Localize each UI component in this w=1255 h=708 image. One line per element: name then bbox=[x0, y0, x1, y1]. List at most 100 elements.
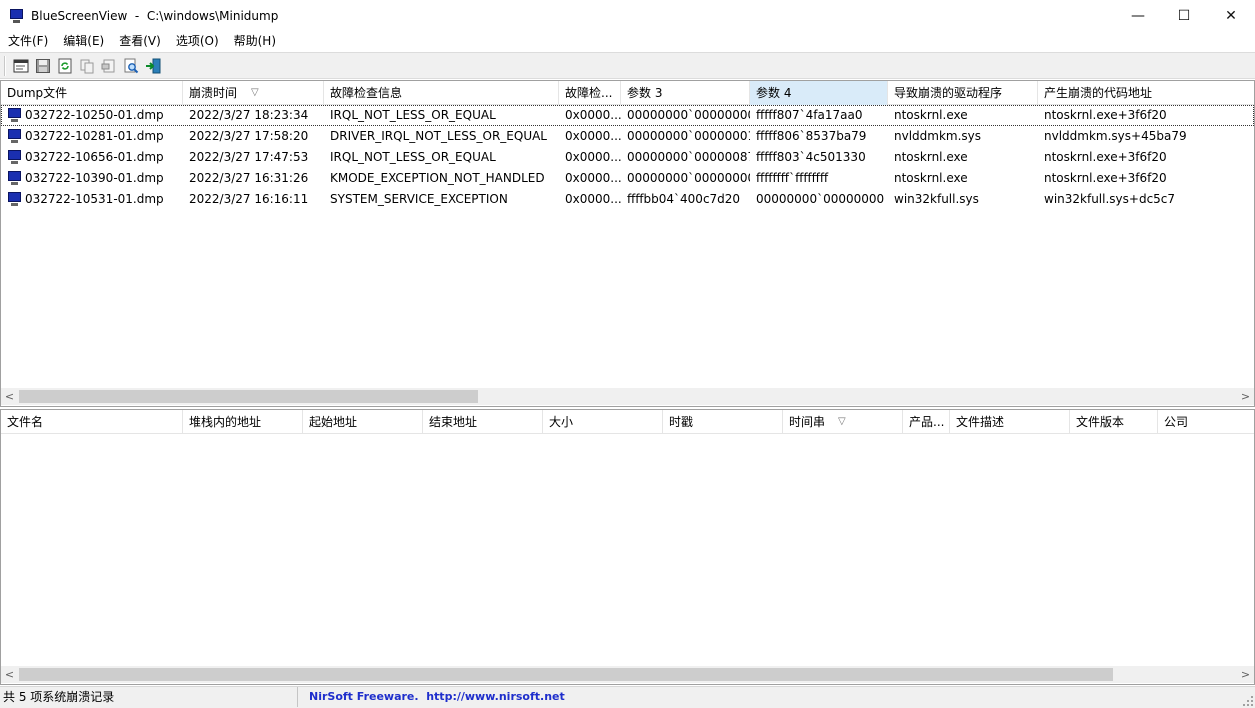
table-row[interactable]: 032722-10531-01.dmp 2022/3/27 16:16:11 SYS… bbox=[1, 189, 1254, 210]
save-icon bbox=[36, 58, 50, 73]
column-caused-by-driver[interactable]: 导致崩溃的驱动程序 bbox=[888, 81, 1038, 105]
exit-button[interactable] bbox=[142, 55, 164, 77]
resize-grip-icon[interactable] bbox=[1243, 696, 1253, 706]
table-row[interactable]: 032722-10250-01.dmp 2022/3/27 18:23:34 IRQ… bbox=[1, 105, 1254, 126]
cell-parameter-3: 00000000`00000000 bbox=[627, 108, 750, 122]
scroll-right-arrow-icon[interactable]: > bbox=[1237, 666, 1254, 683]
column-parameter-4[interactable]: 参数 4 bbox=[750, 81, 888, 105]
scroll-right-arrow-icon[interactable]: > bbox=[1237, 388, 1254, 405]
column-dump-file[interactable]: Dump文件 bbox=[1, 81, 183, 105]
column-from-address[interactable]: 起始地址 bbox=[303, 410, 423, 434]
cell-bug-check-code: 0x0000... bbox=[565, 108, 621, 122]
close-icon: ✕ bbox=[1225, 7, 1237, 24]
column-bug-check-string[interactable]: 故障检查信息 bbox=[324, 81, 559, 105]
cell-bug-check-code: 0x0000... bbox=[565, 129, 621, 143]
crash-list-hscrollbar[interactable]: < > bbox=[1, 388, 1254, 405]
cell-bug-check-string: KMODE_EXCEPTION_NOT_HANDLED bbox=[330, 171, 545, 185]
crash-list-header: Dump文件 崩溃时间 ▽ 故障检查信息 故障检... 参数 3 参数 4 导致… bbox=[1, 81, 1254, 105]
menu-view[interactable]: 查看(V) bbox=[111, 31, 168, 51]
scroll-left-arrow-icon[interactable]: < bbox=[1, 666, 18, 683]
column-size[interactable]: 大小 bbox=[543, 410, 663, 434]
cell-parameter-3: 00000000`00000087 bbox=[627, 150, 750, 164]
exit-icon bbox=[146, 58, 161, 73]
column-product-name[interactable]: 产品... bbox=[903, 410, 950, 434]
column-time-string[interactable]: 时间串 ▽ bbox=[783, 410, 903, 434]
driver-list[interactable]: 文件名 堆栈内的地址 起始地址 结束地址 大小 时戳 时间串 ▽ 产品... 文… bbox=[0, 409, 1255, 685]
cell-dump-file: 032722-10656-01.dmp bbox=[25, 150, 164, 164]
scroll-thumb[interactable] bbox=[19, 390, 478, 403]
cell-crash-time: 2022/3/27 17:58:20 bbox=[189, 129, 309, 143]
menu-options[interactable]: 选项(O) bbox=[168, 31, 226, 51]
minimize-button[interactable]: — bbox=[1115, 0, 1161, 31]
cell-crash-address: win32kfull.sys+dc5c7 bbox=[1044, 192, 1176, 206]
cell-caused-by-driver: ntoskrnl.exe bbox=[894, 108, 968, 122]
column-crash-time-label: 崩溃时间 bbox=[189, 86, 238, 100]
driver-list-header: 文件名 堆栈内的地址 起始地址 结束地址 大小 时戳 时间串 ▽ 产品... 文… bbox=[1, 410, 1254, 434]
table-row[interactable]: 032722-10281-01.dmp 2022/3/27 17:58:20 DRI… bbox=[1, 126, 1254, 147]
menu-help[interactable]: 帮助(H) bbox=[226, 31, 283, 51]
cell-crash-time: 2022/3/27 17:47:53 bbox=[189, 150, 309, 164]
status-bar: 共 5 项系统崩溃记录 NirSoft Freeware. http://www… bbox=[0, 686, 1255, 708]
cell-bug-check-code: 0x0000... bbox=[565, 192, 621, 206]
cell-dump-file: 032722-10390-01.dmp bbox=[25, 171, 164, 185]
table-row[interactable]: 032722-10656-01.dmp 2022/3/27 17:47:53 IRQ… bbox=[1, 147, 1254, 168]
column-bug-check-code[interactable]: 故障检... bbox=[559, 81, 621, 105]
cell-parameter-3: 00000000`00000000 bbox=[627, 171, 750, 185]
sort-arrow-icon: ▽ bbox=[251, 87, 259, 98]
column-filename[interactable]: 文件名 bbox=[1, 410, 183, 434]
menu-file[interactable]: 文件(F) bbox=[0, 31, 55, 51]
column-timestamp[interactable]: 时戳 bbox=[663, 410, 783, 434]
cell-parameter-4: 00000000`00000000 bbox=[756, 192, 885, 206]
cell-crash-address: nvlddmkm.sys+45ba79 bbox=[1044, 129, 1187, 143]
cell-bug-check-code: 0x0000... bbox=[565, 171, 621, 185]
cell-parameter-4: ffffffff`ffffffff bbox=[756, 171, 829, 185]
cell-caused-by-driver: ntoskrnl.exe bbox=[894, 171, 968, 185]
copy-icon bbox=[80, 59, 94, 73]
find-button[interactable] bbox=[120, 55, 142, 77]
table-row[interactable]: 032722-10390-01.dmp 2022/3/27 16:31:26 KMO… bbox=[1, 168, 1254, 189]
column-crash-address[interactable]: 产生崩溃的代码地址 bbox=[1038, 81, 1254, 105]
column-parameter-3[interactable]: 参数 3 bbox=[621, 81, 750, 105]
column-file-description[interactable]: 文件描述 bbox=[950, 410, 1070, 434]
find-icon bbox=[124, 58, 139, 73]
cell-parameter-3: ffffbb04`400c7d20 bbox=[627, 192, 741, 206]
bluescreen-app-icon bbox=[9, 8, 25, 24]
minimize-icon: — bbox=[1131, 7, 1145, 24]
cell-parameter-4: fffff807`4fa17aa0 bbox=[756, 108, 863, 122]
cell-parameter-3: 00000000`00000001 bbox=[627, 129, 750, 143]
html-report-button[interactable] bbox=[98, 55, 120, 77]
column-to-address[interactable]: 结束地址 bbox=[423, 410, 543, 434]
column-company[interactable]: 公司 bbox=[1158, 410, 1254, 434]
save-button[interactable] bbox=[32, 55, 54, 77]
maximize-button[interactable]: ☐ bbox=[1161, 0, 1207, 31]
maximize-icon: ☐ bbox=[1177, 7, 1191, 24]
nirsoft-link[interactable]: NirSoft Freeware. http://www.nirsoft.net bbox=[309, 687, 565, 707]
copy-button[interactable] bbox=[76, 55, 98, 77]
scroll-thumb[interactable] bbox=[19, 668, 1113, 681]
window-controls: — ☐ ✕ bbox=[1115, 0, 1255, 31]
cell-bug-check-string: IRQL_NOT_LESS_OR_EQUAL bbox=[330, 150, 496, 164]
driver-list-hscrollbar[interactable]: < > bbox=[1, 666, 1254, 683]
scroll-left-arrow-icon[interactable]: < bbox=[1, 388, 18, 405]
cell-dump-file: 032722-10250-01.dmp bbox=[25, 108, 164, 122]
column-file-version[interactable]: 文件版本 bbox=[1070, 410, 1158, 434]
menu-edit[interactable]: 编辑(E) bbox=[55, 31, 111, 51]
properties-window-icon bbox=[13, 59, 29, 72]
cell-crash-address: ntoskrnl.exe+3f6f20 bbox=[1044, 108, 1167, 122]
column-address-in-stack[interactable]: 堆栈内的地址 bbox=[183, 410, 303, 434]
cell-caused-by-driver: nvlddmkm.sys bbox=[894, 129, 982, 143]
cell-crash-time: 2022/3/27 16:31:26 bbox=[189, 171, 309, 185]
cell-crash-address: ntoskrnl.exe+3f6f20 bbox=[1044, 171, 1167, 185]
close-button[interactable]: ✕ bbox=[1207, 0, 1255, 31]
cell-bug-check-string: DRIVER_IRQL_NOT_LESS_OR_EQUAL bbox=[330, 129, 547, 143]
title-bar: BlueScreenView - C:\windows\Minidump — ☐… bbox=[0, 0, 1255, 31]
refresh-button[interactable] bbox=[54, 55, 76, 77]
cell-caused-by-driver: win32kfull.sys bbox=[894, 192, 979, 206]
cell-dump-file: 032722-10531-01.dmp bbox=[25, 192, 164, 206]
crash-dump-list[interactable]: Dump文件 崩溃时间 ▽ 故障检查信息 故障检... 参数 3 参数 4 导致… bbox=[0, 80, 1255, 407]
properties-button[interactable] bbox=[10, 55, 32, 77]
cell-dump-file: 032722-10281-01.dmp bbox=[25, 129, 164, 143]
column-crash-time[interactable]: 崩溃时间 ▽ bbox=[183, 81, 324, 105]
cell-crash-time: 2022/3/27 16:16:11 bbox=[189, 192, 309, 206]
menu-bar: 文件(F) 编辑(E) 查看(V) 选项(O) 帮助(H) bbox=[0, 31, 1255, 51]
